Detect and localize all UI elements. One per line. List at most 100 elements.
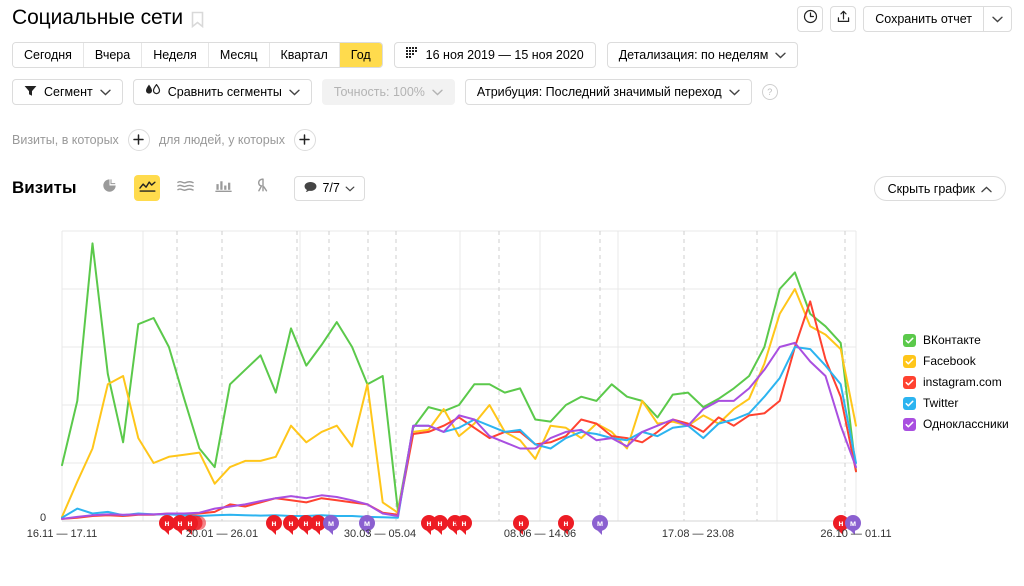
series-line-twitter bbox=[61, 346, 857, 519]
check-icon[interactable] bbox=[903, 396, 916, 410]
series-line-- bbox=[61, 242, 857, 512]
svg-text:н: н bbox=[461, 518, 466, 528]
view-area-stack-button[interactable] bbox=[172, 175, 198, 201]
period-preset-year[interactable]: Год bbox=[339, 43, 382, 67]
question-icon[interactable]: ? bbox=[761, 84, 778, 100]
detail-level-button[interactable]: Детализация: по неделям bbox=[606, 42, 799, 68]
svg-text:н: н bbox=[452, 518, 457, 528]
svg-text:н: н bbox=[187, 518, 192, 528]
compare-segments-label: Сравнить сегменты bbox=[167, 85, 282, 99]
plus-icon bbox=[133, 133, 145, 147]
header-actions: Сохранить отчет bbox=[797, 6, 1012, 32]
filter-icon bbox=[24, 85, 37, 100]
chart-legend: ВКонтакте Facebook instagram.com Twitter Одн… bbox=[903, 333, 1009, 431]
y-axis-zero-label: 0 bbox=[40, 512, 47, 524]
date-range-label: 16 ноя 2019 — 15 ноя 2020 bbox=[425, 48, 584, 62]
plus-icon bbox=[299, 133, 311, 147]
legend-item[interactable]: Одноклассники bbox=[903, 417, 1009, 431]
check-icon[interactable] bbox=[903, 375, 916, 389]
people-filter-label: для людей, у которых bbox=[158, 133, 285, 147]
view-bar-chart-button[interactable] bbox=[210, 175, 236, 201]
detail-level-label: Детализация: по неделям bbox=[618, 48, 769, 62]
chevron-down-icon bbox=[432, 85, 443, 99]
period-preset-today[interactable]: Сегодня bbox=[13, 43, 84, 67]
bookmark-icon[interactable] bbox=[191, 11, 204, 28]
save-report-menu-button[interactable] bbox=[984, 7, 1011, 31]
legend-item[interactable]: Facebook bbox=[903, 354, 1009, 368]
x-axis-tick-label: 16.11 — 17.11 bbox=[26, 528, 98, 540]
attribution-button[interactable]: Атрибуция: Последний значимый переход bbox=[464, 79, 752, 105]
svg-text:н: н bbox=[426, 518, 431, 528]
svg-text:н: н bbox=[288, 518, 293, 528]
x-axis-tick-label: 08.06 — 14.06 bbox=[503, 528, 577, 540]
svg-text:н: н bbox=[563, 518, 568, 528]
chevron-down-icon bbox=[100, 85, 111, 99]
save-report-button[interactable]: Сохранить отчет bbox=[864, 7, 983, 31]
hide-chart-label: Скрыть график bbox=[887, 181, 975, 196]
legend-item-label: ВКонтакте bbox=[923, 333, 981, 347]
metric-name: Визиты bbox=[12, 178, 77, 197]
x-axis-tick-label: 20.01 — 26.01 bbox=[185, 528, 259, 540]
calendar-icon bbox=[405, 47, 419, 63]
period-preset-month[interactable]: Месяц bbox=[208, 43, 270, 67]
metric-toolbar: Визиты 7/7 bbox=[12, 175, 365, 201]
legend-item[interactable]: Twitter bbox=[903, 396, 1009, 410]
date-range-button[interactable]: 16 ноя 2019 — 15 ноя 2020 bbox=[393, 42, 596, 68]
page-title-row: Социальные сети bbox=[12, 4, 204, 32]
svg-text:м: м bbox=[597, 518, 603, 528]
svg-text:м: м bbox=[328, 518, 334, 528]
report-history-button[interactable] bbox=[797, 6, 824, 32]
x-axis-labels: 16.11 — 17.11 20.01 — 26.01 30.03 — 05.04 0… bbox=[0, 528, 1024, 544]
segment-toolbar: Сегмент Сравнить сегменты Точность: 100% bbox=[12, 79, 778, 105]
svg-text:н: н bbox=[164, 518, 169, 528]
check-icon[interactable] bbox=[903, 354, 916, 368]
accuracy-button[interactable]: Точность: 100% bbox=[321, 79, 455, 105]
svg-text:м: м bbox=[364, 518, 370, 528]
area-stack-icon bbox=[177, 179, 194, 198]
chevron-down-icon bbox=[729, 85, 740, 99]
compare-segments-button[interactable]: Сравнить сегменты bbox=[132, 79, 312, 105]
series-line-facebook bbox=[61, 288, 857, 518]
period-preset-quarter[interactable]: Квартал bbox=[269, 43, 340, 67]
svg-text:м: м bbox=[850, 518, 856, 528]
x-axis-tick-label: 17.08 — 23.08 bbox=[661, 528, 735, 540]
svg-text:н: н bbox=[518, 518, 523, 528]
map-pin-icon bbox=[254, 178, 269, 198]
check-icon[interactable] bbox=[903, 333, 916, 347]
legend-item-label: instagram.com bbox=[923, 375, 1002, 389]
legend-item-label: Одноклассники bbox=[923, 417, 1009, 431]
legend-item[interactable]: ВКонтакте bbox=[903, 333, 1009, 347]
series-line-- bbox=[61, 341, 857, 520]
bar-chart-icon bbox=[215, 179, 232, 198]
chevron-down-icon bbox=[345, 181, 355, 195]
segment-button[interactable]: Сегмент bbox=[12, 79, 123, 105]
compare-drops-icon bbox=[145, 83, 161, 100]
period-toolbar: Сегодня Вчера Неделя Месяц Квартал Год 1… bbox=[12, 42, 799, 68]
legend-item-label: Twitter bbox=[923, 396, 959, 410]
svg-text:н: н bbox=[271, 518, 276, 528]
chevron-down-icon bbox=[289, 85, 300, 99]
clock-icon bbox=[803, 9, 818, 29]
period-preset-yesterday[interactable]: Вчера bbox=[83, 43, 143, 67]
period-presets: Сегодня Вчера Неделя Месяц Квартал Год bbox=[12, 42, 383, 68]
add-visit-condition-button[interactable] bbox=[127, 129, 150, 151]
hide-chart-button[interactable]: Скрыть график bbox=[873, 176, 1006, 201]
chevron-down-icon bbox=[775, 48, 787, 62]
accuracy-label: Точность: 100% bbox=[333, 85, 425, 99]
x-axis-tick-label: 30.03 — 05.04 bbox=[343, 528, 417, 540]
legend-item[interactable]: instagram.com bbox=[903, 375, 1009, 389]
export-button[interactable] bbox=[830, 6, 857, 32]
add-people-condition-button[interactable] bbox=[293, 129, 316, 151]
view-line-chart-button[interactable] bbox=[134, 175, 161, 201]
line-chart-icon bbox=[139, 179, 156, 198]
view-map-button[interactable] bbox=[248, 175, 274, 201]
comments-count: 7/7 bbox=[322, 181, 340, 195]
svg-text:н: н bbox=[315, 518, 320, 528]
period-preset-week[interactable]: Неделя bbox=[142, 43, 209, 67]
export-icon bbox=[836, 9, 851, 29]
comments-button[interactable]: 7/7 bbox=[294, 175, 365, 201]
save-report-group: Сохранить отчет bbox=[863, 6, 1012, 32]
view-pie-chart-button[interactable] bbox=[96, 175, 122, 201]
svg-text:н: н bbox=[177, 518, 182, 528]
check-icon[interactable] bbox=[903, 417, 916, 431]
